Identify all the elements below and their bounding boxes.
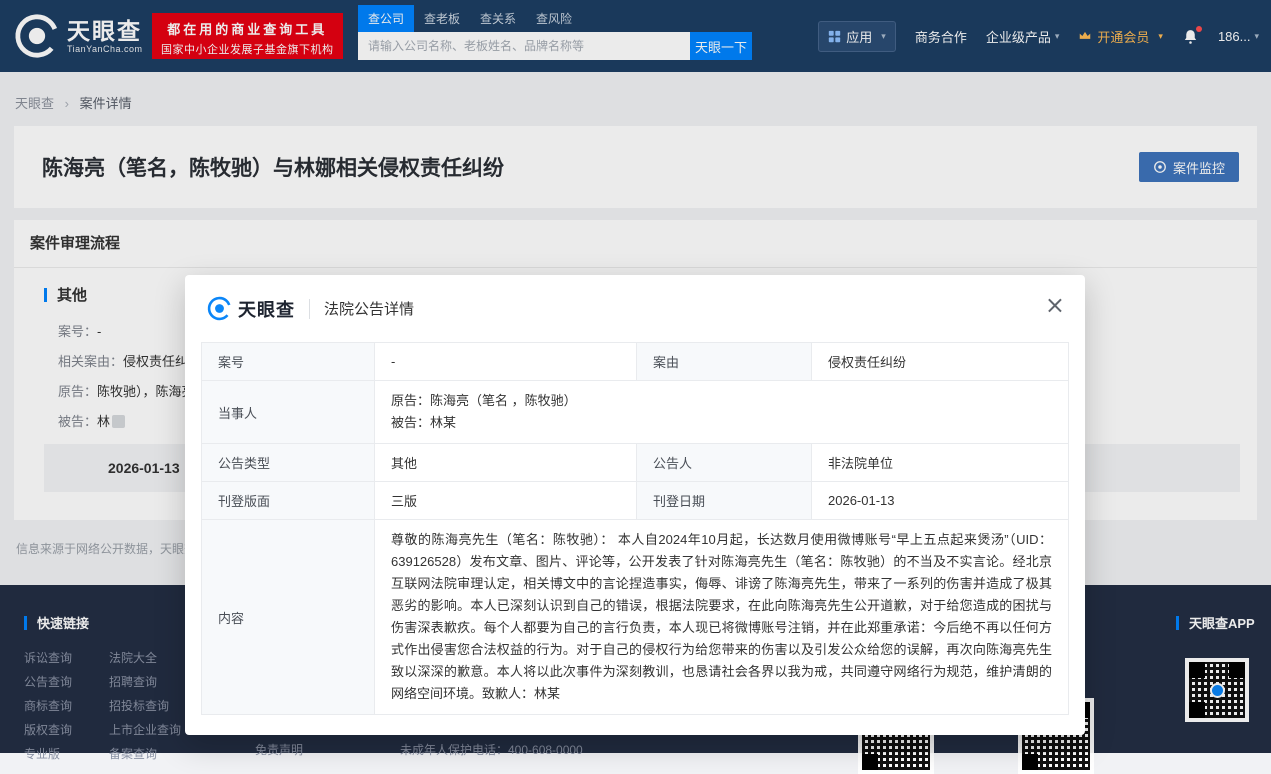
cause-label: 案由 (637, 343, 812, 381)
modal-brand-name: 天眼查 (238, 296, 295, 322)
modal-header: 天眼查 法院公告详情 × (185, 275, 1085, 342)
tianyancha-logo-icon (207, 296, 232, 321)
cause-value: 侵权责任纠纷 (812, 343, 1069, 381)
publication-page-value: 三版 (375, 482, 637, 520)
divider (309, 299, 310, 319)
case-number-value: - (375, 343, 637, 381)
announcer-label: 公告人 (637, 444, 812, 482)
tianyancha-logo: 天眼查 (207, 296, 295, 322)
page-background: 天眼查 TianYanCha.com 都在用的商业查询工具 国家中小企业发展子基… (0, 0, 1271, 753)
table-row: 刊登版面 三版 刊登日期 2026-01-13 (202, 482, 1069, 520)
publication-page-label: 刊登版面 (202, 482, 375, 520)
table-row: 内容 尊敬的陈海亮先生（笔名：陈牧驰）： 本人自2024年10月起，长达数月使用… (202, 520, 1069, 715)
announcement-table: 案号 - 案由 侵权责任纠纷 当事人 原告：陈海亮（笔名 ，陈牧驰） 被告：林某… (201, 342, 1069, 715)
announcer-value: 非法院单位 (812, 444, 1069, 482)
announcement-type-value: 其他 (375, 444, 637, 482)
party-value: 原告：陈海亮（笔名 ，陈牧驰） 被告：林某 (375, 381, 1069, 444)
content-value: 尊敬的陈海亮先生（笔名：陈牧驰）： 本人自2024年10月起，长达数月使用微博账… (375, 520, 1069, 715)
table-row: 公告类型 其他 公告人 非法院单位 (202, 444, 1069, 482)
close-icon[interactable]: × (1045, 293, 1065, 317)
content-label: 内容 (202, 520, 375, 715)
table-row: 案号 - 案由 侵权责任纠纷 (202, 343, 1069, 381)
party-defendant: 被告：林某 (391, 412, 1052, 434)
party-plaintiff: 原告：陈海亮（笔名 ，陈牧驰） (391, 390, 1052, 412)
publication-date-value: 2026-01-13 (812, 482, 1069, 520)
announcement-type-label: 公告类型 (202, 444, 375, 482)
court-announcement-modal: 天眼查 法院公告详情 × 案号 - 案由 侵权责任纠纷 当事人 原告：陈海亮（笔… (185, 275, 1085, 735)
modal-body: 案号 - 案由 侵权责任纠纷 当事人 原告：陈海亮（笔名 ，陈牧驰） 被告：林某… (185, 342, 1085, 735)
party-label: 当事人 (202, 381, 375, 444)
modal-title: 法院公告详情 (324, 298, 414, 319)
table-row: 当事人 原告：陈海亮（笔名 ，陈牧驰） 被告：林某 (202, 381, 1069, 444)
case-number-label: 案号 (202, 343, 375, 381)
publication-date-label: 刊登日期 (637, 482, 812, 520)
